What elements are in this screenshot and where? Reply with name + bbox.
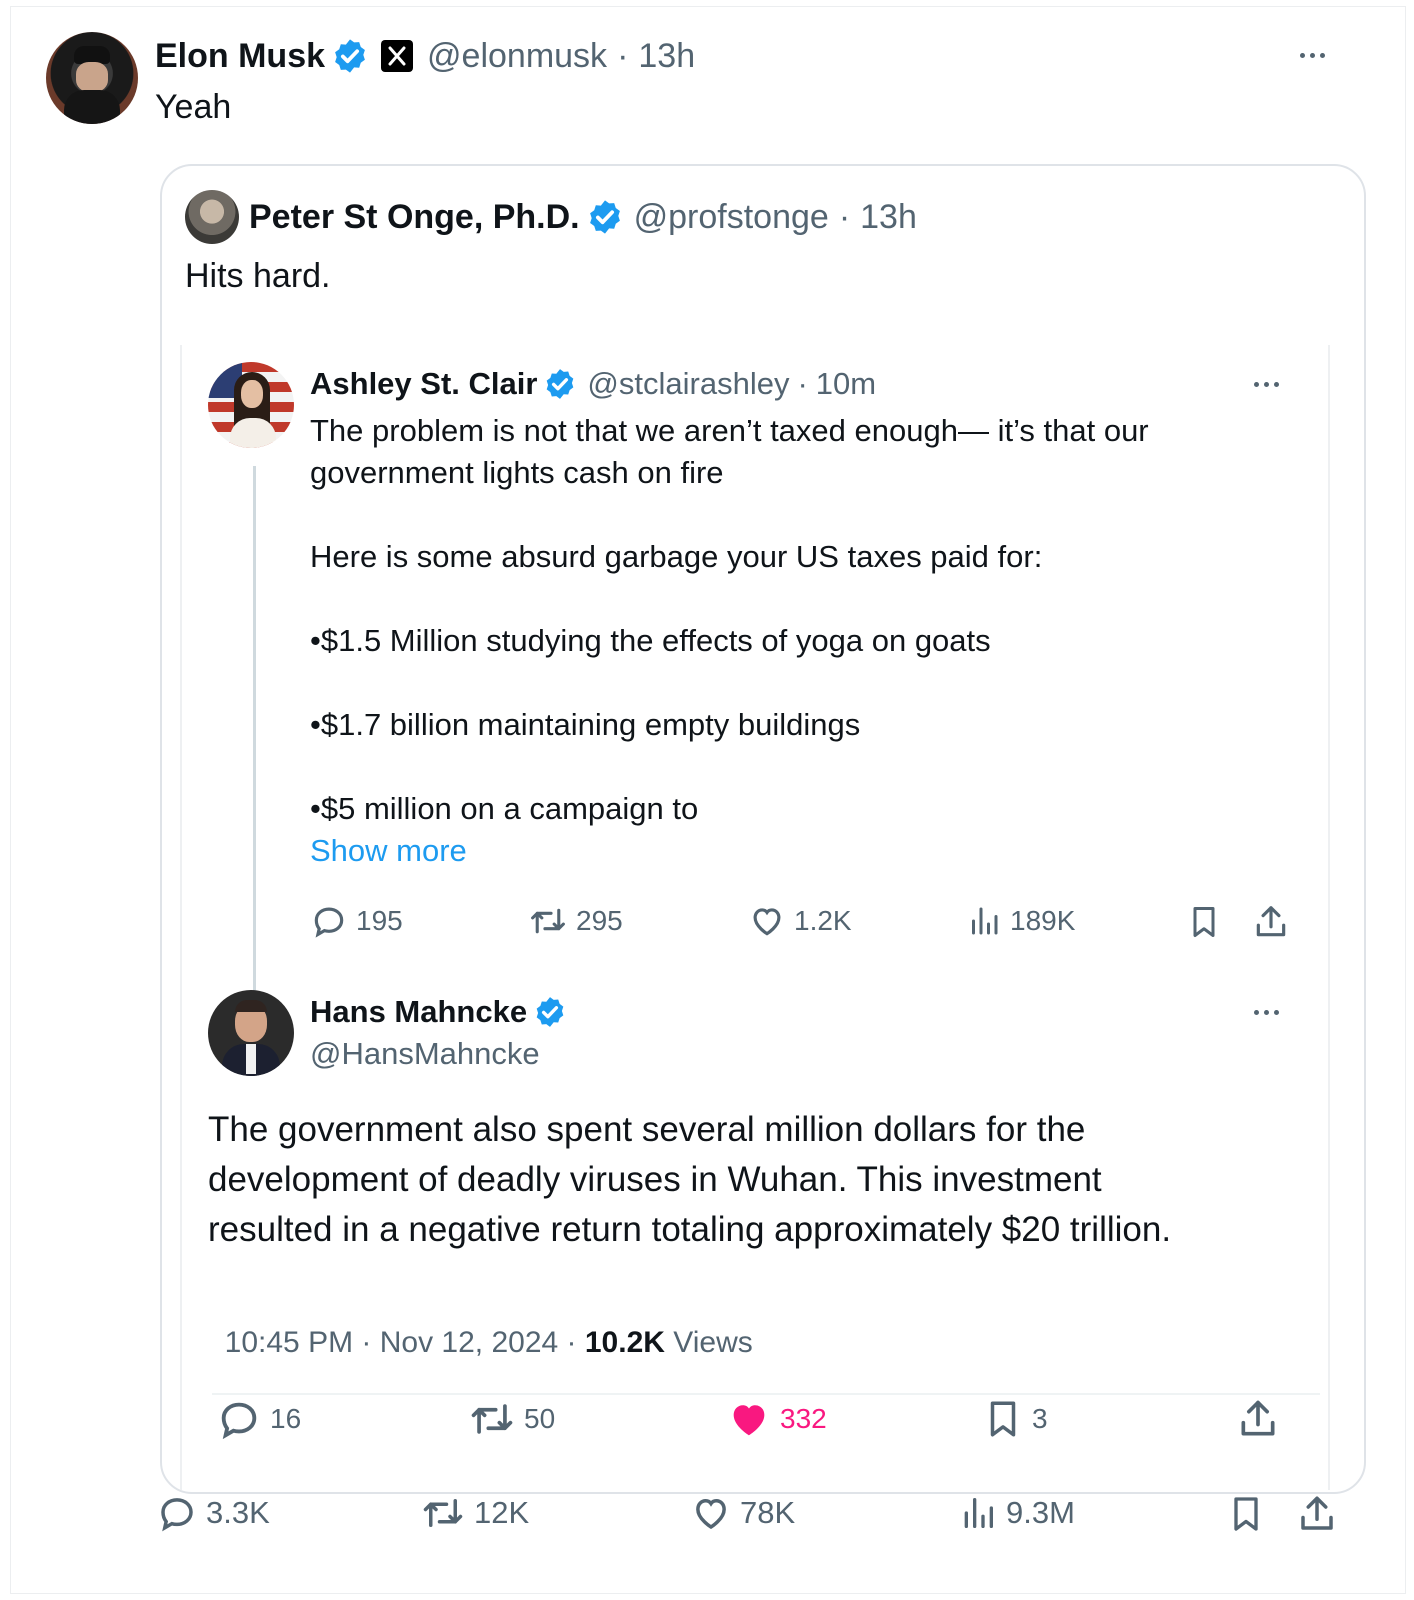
separator-dot: · [838, 197, 851, 236]
main-like-button[interactable]: 78K [690, 1492, 795, 1534]
ashley-like-count: 1.2K [794, 905, 852, 936]
hans-like-count: 332 [780, 1403, 827, 1434]
reply-icon [314, 907, 344, 938]
elon-avatar[interactable] [46, 32, 138, 124]
separator-dot: · [617, 36, 629, 75]
peter-avatar[interactable] [185, 190, 239, 244]
ashley-more-options-icon[interactable] [1254, 382, 1279, 387]
ashley-tweet-header: Ashley St. Clair @stclairashley · 10m [310, 364, 876, 404]
hans-avatar[interactable] [208, 990, 294, 1076]
hans-line-1: The government also spent several millio… [208, 1110, 1086, 1149]
main-views-count: 9.3M [1006, 1495, 1075, 1530]
ashley-repost-button[interactable]: 295 [528, 902, 623, 940]
bookmark-icon[interactable] [1226, 1492, 1266, 1536]
separator-dot: · [797, 366, 808, 401]
main-views-button[interactable]: 9.3M [958, 1492, 1075, 1534]
ashley-views-button[interactable]: 189K [966, 902, 1075, 940]
quoted-author-name[interactable]: Peter St Onge, Ph.D. [249, 198, 580, 237]
x-logo-icon [381, 40, 414, 72]
hans-line-3: resulted in a negative return totaling a… [208, 1210, 1172, 1249]
hans-timestamp[interactable]: 10:45 PM · Nov 12, 2024 · [225, 1326, 585, 1359]
ashley-tweet-body: The problem is not that we aren’t taxed … [310, 410, 1300, 872]
share-icon[interactable] [1252, 902, 1290, 942]
hans-tweet-body: The government also spent several millio… [208, 1105, 1171, 1255]
main-tweet-header: Elon Musk @elonmusk · 13h [155, 34, 695, 78]
thread-connector-line [253, 466, 256, 1004]
heart-filled-icon [733, 1405, 765, 1436]
ashley-tweet-time[interactable]: 10m [816, 366, 876, 402]
show-more-link[interactable]: Show more [310, 830, 1300, 872]
heart-icon [696, 1498, 726, 1530]
hans-more-options-icon[interactable] [1254, 1010, 1279, 1015]
views-icon [972, 907, 998, 935]
verified-badge-icon [547, 369, 574, 399]
quoted-author-handle[interactable]: @profstonge [634, 198, 829, 237]
divider [212, 1393, 1320, 1395]
main-repost-count: 12K [474, 1495, 530, 1530]
hans-views-label: Views [664, 1326, 753, 1359]
views-icon [964, 1498, 993, 1528]
ashley-reply-button[interactable]: 195 [310, 902, 403, 940]
ashley-line-1: The problem is not that we aren’t taxed … [310, 413, 1149, 448]
ashley-repost-count: 295 [576, 905, 623, 936]
verified-badge-icon [536, 997, 564, 1027]
hans-author-name[interactable]: Hans Mahncke [310, 994, 527, 1030]
reply-icon [161, 1498, 193, 1532]
reply-icon [221, 1402, 257, 1440]
quoted-tweet-text: Hits hard. [185, 257, 331, 295]
main-like-count: 78K [740, 1495, 796, 1530]
main-tweet-text: Yeah [155, 88, 232, 126]
hans-repost-count: 50 [524, 1403, 556, 1434]
repost-icon [471, 1404, 513, 1434]
ashley-views-count: 189K [1010, 905, 1076, 936]
ashley-author-name[interactable]: Ashley St. Clair [310, 366, 537, 402]
ashley-author-handle[interactable]: @stclairashley [587, 366, 789, 402]
quoted-tweet-time[interactable]: 13h [860, 198, 917, 237]
bookmark-icon[interactable] [1186, 902, 1222, 942]
ashley-line-4: •$1.5 Million studying the effects of yo… [310, 623, 991, 658]
hans-line-2: development of deadly viruses in Wuhan. … [208, 1160, 1102, 1199]
main-repost-button[interactable]: 12K [420, 1492, 529, 1534]
main-author-name[interactable]: Elon Musk [155, 37, 325, 76]
ashley-line-6: •$5 million on a campaign to [310, 791, 699, 826]
hans-reply-button[interactable]: 16 [216, 1396, 301, 1442]
verified-badge-icon [589, 200, 620, 234]
hans-repost-button[interactable]: 50 [468, 1396, 555, 1442]
hans-author-handle[interactable]: @HansMahncke [310, 1036, 540, 1072]
repost-icon [423, 1499, 463, 1527]
main-more-options-icon[interactable] [1300, 53, 1325, 58]
hans-views-count: 10.2K [584, 1326, 665, 1359]
hans-header: Hans Mahncke [310, 992, 567, 1032]
heart-icon [753, 908, 781, 936]
quoted-tweet-header: Peter St Onge, Ph.D. @profstonge · 13h [249, 196, 917, 238]
hans-like-button[interactable]: 332 [726, 1396, 827, 1442]
ashley-line-5: •$1.7 billion maintaining empty building… [310, 707, 861, 742]
hans-bookmark-button[interactable]: 3 [982, 1396, 1048, 1442]
verified-badge-icon [335, 39, 365, 73]
main-reply-count: 3.3K [206, 1495, 270, 1530]
share-icon[interactable] [1296, 1492, 1338, 1536]
ashley-line-3: Here is some absurd garbage your US taxe… [310, 539, 1043, 574]
bookmark-icon [990, 1401, 1016, 1437]
main-reply-button[interactable]: 3.3K [156, 1492, 270, 1534]
main-author-handle[interactable]: @elonmusk [427, 37, 607, 76]
repost-icon [531, 908, 565, 934]
ashley-avatar[interactable] [208, 362, 294, 448]
hans-timestamp-line: 10:45 PM · Nov 12, 2024 · 10.2K Views [208, 1292, 753, 1360]
ashley-line-2: government lights cash on fire [310, 455, 724, 490]
hans-bookmark-count: 3 [1032, 1403, 1048, 1434]
hans-reply-count: 16 [270, 1403, 302, 1434]
share-icon[interactable] [1236, 1396, 1280, 1442]
ashley-like-button[interactable]: 1.2K [748, 902, 852, 940]
main-tweet-time[interactable]: 13h [638, 37, 695, 76]
ashley-reply-count: 195 [356, 905, 403, 936]
